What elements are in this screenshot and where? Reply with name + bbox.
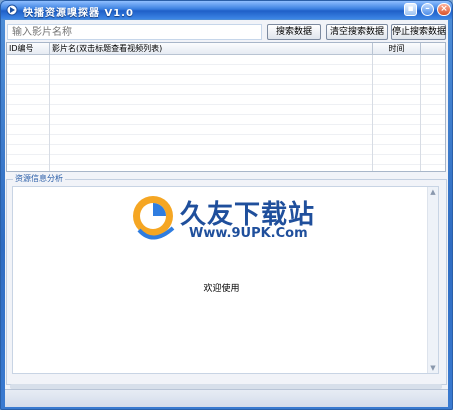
search-button[interactable]: 搜索数据 xyxy=(267,24,321,40)
table-header: ID编号 影片名(双击标题查看视频列表) 时间 xyxy=(7,43,445,55)
column-divider xyxy=(420,55,421,171)
resource-info-group: 资源信息分析 久友下载站 Www.9UPK.Com 欢迎使用 ▲ ▼ xyxy=(6,173,447,385)
column-header-extra[interactable] xyxy=(421,43,445,54)
title-bar[interactable]: 快播资源嗅探器 V1.0 ▪ – × xyxy=(1,1,452,19)
status-bar xyxy=(5,389,448,407)
column-divider xyxy=(372,55,373,171)
info-panel[interactable]: 久友下载站 Www.9UPK.Com 欢迎使用 ▲ ▼ xyxy=(12,186,439,374)
minimize-button[interactable]: – xyxy=(421,3,434,16)
logo-icon xyxy=(133,196,175,240)
column-divider xyxy=(49,55,50,171)
welcome-text: 欢迎使用 xyxy=(203,284,240,294)
stop-search-button[interactable]: 停止搜索数据 xyxy=(391,24,446,40)
client-area: 搜索数据 清空搜索数据 停止搜索数据 ID编号 影片名(双击标题查看视频列表) … xyxy=(5,20,448,407)
column-header-time[interactable]: 时间 xyxy=(373,43,421,54)
scroll-up-icon[interactable]: ▲ xyxy=(428,187,438,197)
vertical-scrollbar[interactable]: ▲ ▼ xyxy=(427,187,438,373)
watermark-url: Www.9UPK.Com xyxy=(189,226,308,241)
watermark-logo: 久友下载站 Www.9UPK.Com xyxy=(131,192,331,252)
group-label: 资源信息分析 xyxy=(13,173,65,184)
app-window: 快播资源嗅探器 V1.0 ▪ – × 搜索数据 清空搜索数据 停止搜索数据 ID… xyxy=(0,0,453,410)
scroll-down-icon[interactable]: ▼ xyxy=(428,363,438,373)
app-icon xyxy=(6,4,18,16)
column-header-id[interactable]: ID编号 xyxy=(7,43,50,54)
clear-search-button[interactable]: 清空搜索数据 xyxy=(326,24,388,40)
close-icon: × xyxy=(440,4,448,14)
column-header-title[interactable]: 影片名(双击标题查看视频列表) xyxy=(50,43,373,54)
pin-icon: ▪ xyxy=(407,4,414,14)
movie-name-input[interactable] xyxy=(7,24,262,40)
close-button[interactable]: × xyxy=(437,3,451,16)
window-title: 快播资源嗅探器 V1.0 xyxy=(23,8,134,19)
pin-button[interactable]: ▪ xyxy=(404,3,417,16)
minimize-icon: – xyxy=(425,4,430,14)
table-rows[interactable] xyxy=(7,55,445,171)
results-table[interactable]: ID编号 影片名(双击标题查看视频列表) 时间 xyxy=(6,42,446,172)
